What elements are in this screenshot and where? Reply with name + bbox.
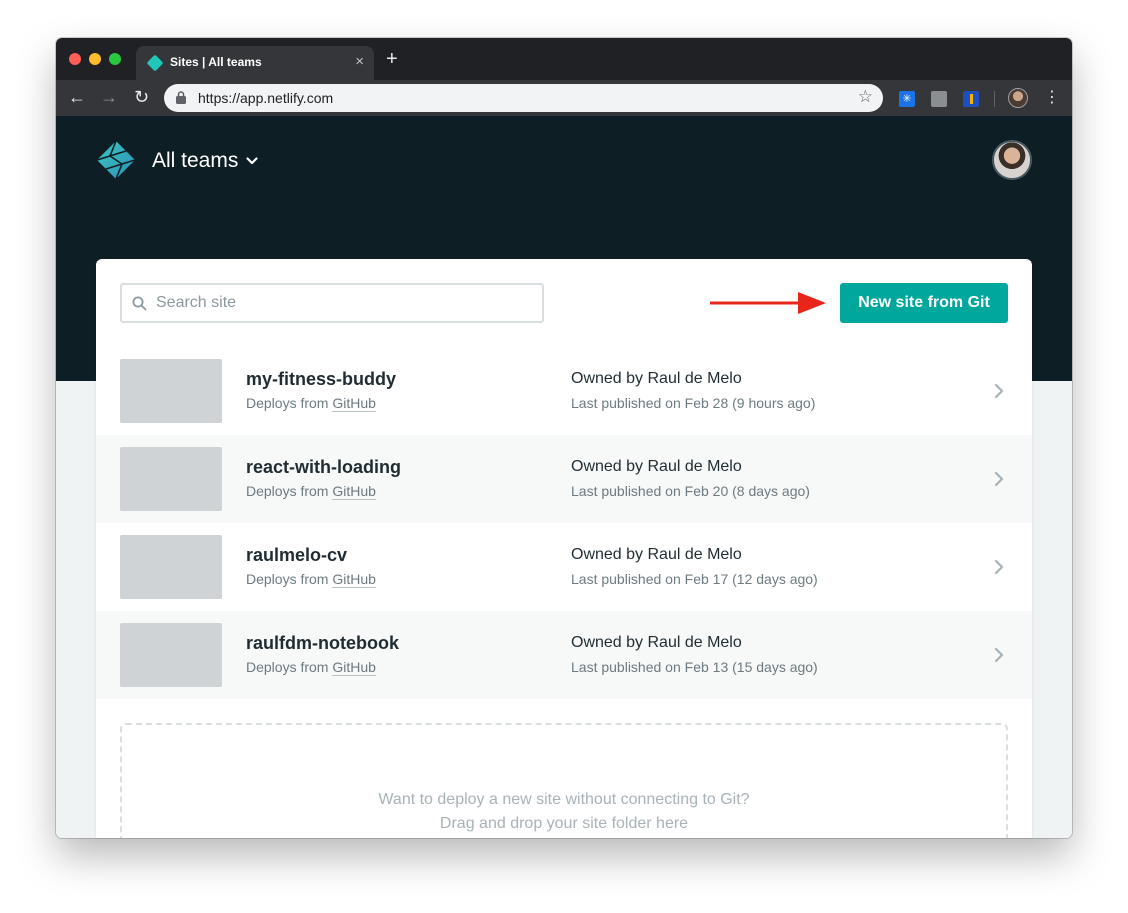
extension-lighthouse-icon[interactable] xyxy=(963,91,979,107)
deploy-source-link[interactable]: GitHub xyxy=(332,659,376,676)
owner-label: Owned by xyxy=(571,458,648,475)
team-switcher[interactable]: All teams xyxy=(152,149,258,173)
search-input[interactable] xyxy=(156,292,536,314)
site-thumbnail xyxy=(120,447,222,511)
owner-info: Owned by Raul de Melo xyxy=(571,634,742,652)
netlify-favicon-icon xyxy=(146,54,164,72)
search-icon xyxy=(132,296,147,311)
site-thumbnail xyxy=(120,359,222,423)
deploy-info: Deploys from GitHub xyxy=(246,395,376,412)
page-content: All teams New site from Git xyxy=(56,116,1072,838)
site-row[interactable]: react-with-loading Deploys from GitHub O… xyxy=(96,435,1032,523)
site-row[interactable]: my-fitness-buddy Deploys from GitHub Own… xyxy=(96,347,1032,435)
site-name: my-fitness-buddy xyxy=(246,369,397,389)
owner-name: Raul de Melo xyxy=(647,458,742,475)
browser-profile-avatar[interactable] xyxy=(1008,88,1028,108)
deploy-prefix: Deploys from xyxy=(246,395,333,411)
chevron-down-icon xyxy=(246,157,258,165)
chevron-right-icon xyxy=(994,647,1004,663)
window-controls xyxy=(69,53,121,65)
dropzone-prompt: Want to deploy a new site without connec… xyxy=(378,791,750,808)
browser-toolbar: ← → ↻ https://app.netlify.com ☆ ✳ ⋮ xyxy=(56,80,1072,116)
new-tab-button[interactable]: + xyxy=(386,49,398,69)
search-box xyxy=(120,283,544,323)
reload-icon[interactable]: ↻ xyxy=(134,87,149,107)
active-tab[interactable]: Sites | All teams × xyxy=(136,46,374,80)
deploy-info: Deploys from GitHub xyxy=(246,571,376,588)
owner-name: Raul de Melo xyxy=(647,546,742,563)
dropzone-instruction: Drag and drop your site folder here xyxy=(439,815,689,832)
team-name: All teams xyxy=(152,149,239,172)
drag-drop-zone[interactable]: Want to deploy a new site without connec… xyxy=(120,723,1008,838)
bookmark-star-icon[interactable]: ☆ xyxy=(858,87,873,107)
site-name: react-with-loading xyxy=(246,457,402,477)
chevron-right-icon xyxy=(994,559,1004,575)
site-row[interactable]: raulfdm-notebook Deploys from GitHub Own… xyxy=(96,611,1032,699)
tab-strip: Sites | All teams × + xyxy=(56,38,1072,80)
netlify-logo-icon[interactable] xyxy=(96,140,136,180)
close-tab-icon[interactable]: × xyxy=(355,53,364,70)
zoom-window-button[interactable] xyxy=(109,53,121,65)
lock-icon xyxy=(176,91,186,104)
owner-label: Owned by xyxy=(571,370,648,387)
site-row[interactable]: raulmelo-cv Deploys from GitHub Owned by… xyxy=(96,523,1032,611)
deploy-prefix: Deploys from xyxy=(246,659,333,675)
extension-cloud-icon[interactable] xyxy=(931,91,947,107)
owner-label: Owned by xyxy=(571,546,648,563)
address-bar[interactable]: https://app.netlify.com ☆ xyxy=(164,84,883,112)
url-text: https://app.netlify.com xyxy=(198,90,334,106)
browser-menu-icon[interactable]: ⋮ xyxy=(1044,88,1060,108)
last-published: Last published on Feb 28 (9 hours ago) xyxy=(571,395,816,411)
deploy-source-link[interactable]: GitHub xyxy=(332,483,376,500)
owner-info: Owned by Raul de Melo xyxy=(571,546,742,564)
owner-name: Raul de Melo xyxy=(647,370,742,387)
last-published: Last published on Feb 13 (15 days ago) xyxy=(571,659,818,675)
site-name: raulfdm-notebook xyxy=(246,633,399,653)
chevron-right-icon xyxy=(994,471,1004,487)
forward-icon[interactable]: → xyxy=(100,87,118,107)
last-published: Last published on Feb 17 (12 days ago) xyxy=(571,571,818,587)
toolbar-divider xyxy=(994,91,995,107)
owner-name: Raul de Melo xyxy=(647,634,742,651)
new-site-from-git-button[interactable]: New site from Git xyxy=(840,283,1008,323)
close-window-button[interactable] xyxy=(69,53,81,65)
site-thumbnail xyxy=(120,623,222,687)
owner-info: Owned by Raul de Melo xyxy=(571,370,742,388)
deploy-prefix: Deploys from xyxy=(246,483,333,499)
deploy-info: Deploys from GitHub xyxy=(246,659,376,676)
owner-label: Owned by xyxy=(571,634,648,651)
deploy-source-link[interactable]: GitHub xyxy=(332,395,376,412)
deploy-source-link[interactable]: GitHub xyxy=(332,571,376,588)
deploy-prefix: Deploys from xyxy=(246,571,333,587)
user-avatar[interactable] xyxy=(992,140,1032,180)
tab-title: Sites | All teams xyxy=(170,55,262,69)
site-name: raulmelo-cv xyxy=(246,545,348,565)
last-published: Last published on Feb 20 (8 days ago) xyxy=(571,483,810,499)
red-arrow-annotation-icon xyxy=(710,292,826,314)
owner-info: Owned by Raul de Melo xyxy=(571,458,742,476)
site-list: my-fitness-buddy Deploys from GitHub Own… xyxy=(96,347,1032,699)
back-icon[interactable]: ← xyxy=(68,87,86,107)
deploy-info: Deploys from GitHub xyxy=(246,483,376,500)
extension-react-icon[interactable]: ✳ xyxy=(899,91,915,107)
sites-card: New site from Git my-fitness-buddy Deplo… xyxy=(96,259,1032,838)
minimize-window-button[interactable] xyxy=(89,53,101,65)
site-thumbnail xyxy=(120,535,222,599)
browser-window: Sites | All teams × + ← → ↻ https://app.… xyxy=(56,38,1072,838)
chevron-right-icon xyxy=(994,383,1004,399)
